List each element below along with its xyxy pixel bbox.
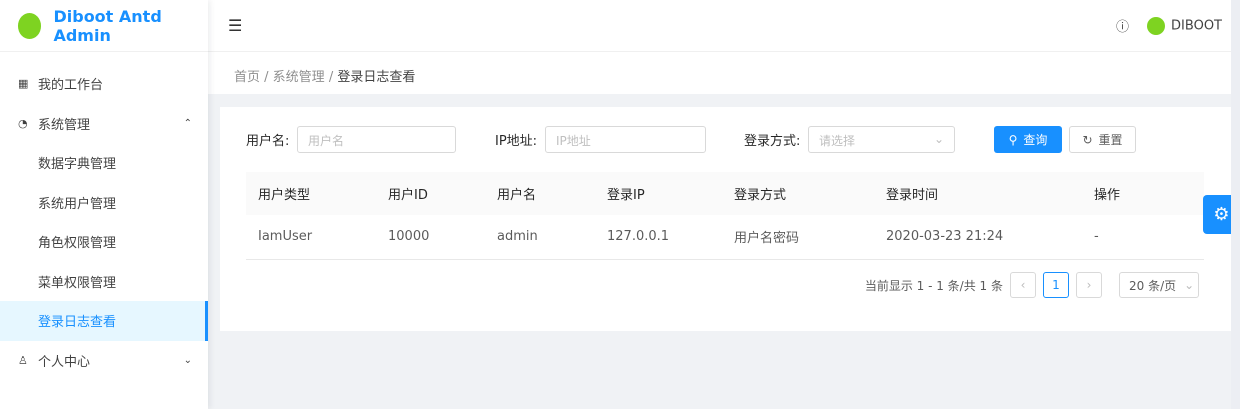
sidebar-item-roles[interactable]: 角色权限管理 (0, 222, 208, 262)
chevron-down-icon: ⌄ (1184, 278, 1195, 292)
breadcrumb: 首页 / 系统管理 / 登录日志查看 (208, 52, 1240, 94)
search-button[interactable]: ⚲ 查询 (994, 126, 1062, 153)
column-header: 登录IP (595, 172, 722, 215)
logo-icon (18, 12, 42, 39)
username-input[interactable]: 用户名 (297, 126, 456, 153)
sidebar-item-system[interactable]: ◔ 系统管理 ⌃ (0, 104, 208, 144)
user-icon: ♙ (18, 353, 28, 367)
cell: 10000 (376, 215, 485, 260)
column-header: 用户ID (376, 172, 485, 215)
pagination-summary: 当前显示 1 - 1 条/共 1 条 (864, 278, 1003, 293)
label: 数据字典管理 (38, 157, 117, 173)
column-header: 登录时间 (874, 172, 1082, 215)
column-header: 操作 (1082, 172, 1204, 215)
page-size-select[interactable]: 20 条/页 ⌄ (1119, 272, 1199, 298)
logo[interactable]: Diboot Antd Admin (0, 0, 208, 52)
method-select[interactable]: 请选择 ⌄ (808, 126, 955, 153)
label: 我的工作台 (38, 78, 104, 94)
cell: 127.0.0.1 (595, 215, 722, 260)
prev-page-button[interactable]: ‹ (1010, 272, 1036, 298)
breadcrumb-home[interactable]: 首页 (234, 70, 260, 85)
gear-icon: ⚙ (1213, 204, 1230, 225)
header: ☰ ⓘ DIBOOT (208, 0, 1240, 52)
help-icon[interactable]: ⓘ (1116, 16, 1129, 35)
sidebar-item-dict[interactable]: 数据字典管理 (0, 143, 208, 183)
select-placeholder: 请选择 (819, 134, 856, 148)
sidebar-item-login-log[interactable]: 登录日志查看 (0, 301, 208, 341)
column-header: 用户类型 (246, 172, 376, 215)
cell: 2020-03-23 21:24 (874, 215, 1082, 260)
breadcrumb-current: 登录日志查看 (337, 70, 416, 85)
column-header: 登录方式 (722, 172, 874, 215)
dashboard-icon: ▦ (18, 77, 29, 91)
chevron-down-icon: ⌄ (183, 354, 192, 366)
label: 系统管理 (38, 117, 91, 133)
label: 角色权限管理 (38, 236, 117, 252)
app-title: Diboot Antd Admin (53, 6, 162, 45)
label: 个人中心 (38, 354, 91, 370)
label: 菜单权限管理 (38, 275, 117, 291)
method-label: 登录方式: (744, 134, 801, 149)
scrollbar[interactable] (1231, 0, 1240, 409)
login-log-table: 用户类型 用户ID 用户名 登录IP 登录方式 登录时间 操作 IamUser … (246, 172, 1204, 260)
table-row: IamUser 10000 admin 127.0.0.1 用户名密码 2020… (246, 215, 1204, 260)
username-label: 用户名: (246, 134, 290, 149)
user-menu[interactable]: DIBOOT (1147, 16, 1222, 35)
label: 登录日志查看 (38, 315, 117, 331)
page-button[interactable]: 1 (1043, 272, 1069, 298)
sidebar: Diboot Antd Admin ▦ 我的工作台 ◔ 系统管理 ⌃ 数据字典管理 系… (0, 0, 208, 409)
next-page-button[interactable]: › (1076, 272, 1102, 298)
ip-label: IP地址: (495, 134, 538, 149)
label: 重置 (1098, 133, 1123, 147)
search-form: 用户名: 用户名 IP地址: IP地址 登录方式: 请选择 ⌄ ⚲ 查询 ↻ 重置 (246, 126, 1206, 153)
avatar (1147, 16, 1166, 35)
chevron-down-icon: ⌄ (933, 132, 944, 146)
breadcrumb-system[interactable]: 系统管理 (273, 70, 325, 85)
sidebar-item-users[interactable]: 系统用户管理 (0, 183, 208, 223)
reload-icon: ↻ (1082, 132, 1093, 147)
cell: 用户名密码 (722, 215, 874, 260)
ip-input[interactable]: IP地址 (545, 126, 706, 153)
gauge-icon: ◔ (18, 116, 28, 130)
menu-fold-icon[interactable]: ☰ (228, 16, 242, 35)
cell: IamUser (246, 215, 376, 260)
cell: - (1082, 215, 1204, 260)
username: DIBOOT (1171, 18, 1222, 33)
pagination: 当前显示 1 - 1 条/共 1 条 ‹ 1 › 20 条/页 ⌄ (865, 272, 1199, 298)
search-icon: ⚲ (1008, 132, 1018, 147)
page-size-value: 20 条/页 (1129, 278, 1177, 293)
content-card: 用户名: 用户名 IP地址: IP地址 登录方式: 请选择 ⌄ ⚲ 查询 ↻ 重置 用… (220, 107, 1231, 331)
reset-button[interactable]: ↻ 重置 (1069, 126, 1136, 153)
sidebar-item-workbench[interactable]: ▦ 我的工作台 (0, 64, 208, 104)
sidebar-item-menus[interactable]: 菜单权限管理 (0, 262, 208, 302)
column-header: 用户名 (485, 172, 595, 215)
chevron-up-icon: ⌃ (183, 117, 192, 129)
label: 查询 (1023, 133, 1048, 147)
sidebar-item-profile[interactable]: ♙ 个人中心 ⌄ (0, 341, 208, 381)
label: 系统用户管理 (38, 196, 117, 212)
table-header: 用户类型 用户ID 用户名 登录IP 登录方式 登录时间 操作 (246, 172, 1204, 215)
cell: admin (485, 215, 595, 260)
